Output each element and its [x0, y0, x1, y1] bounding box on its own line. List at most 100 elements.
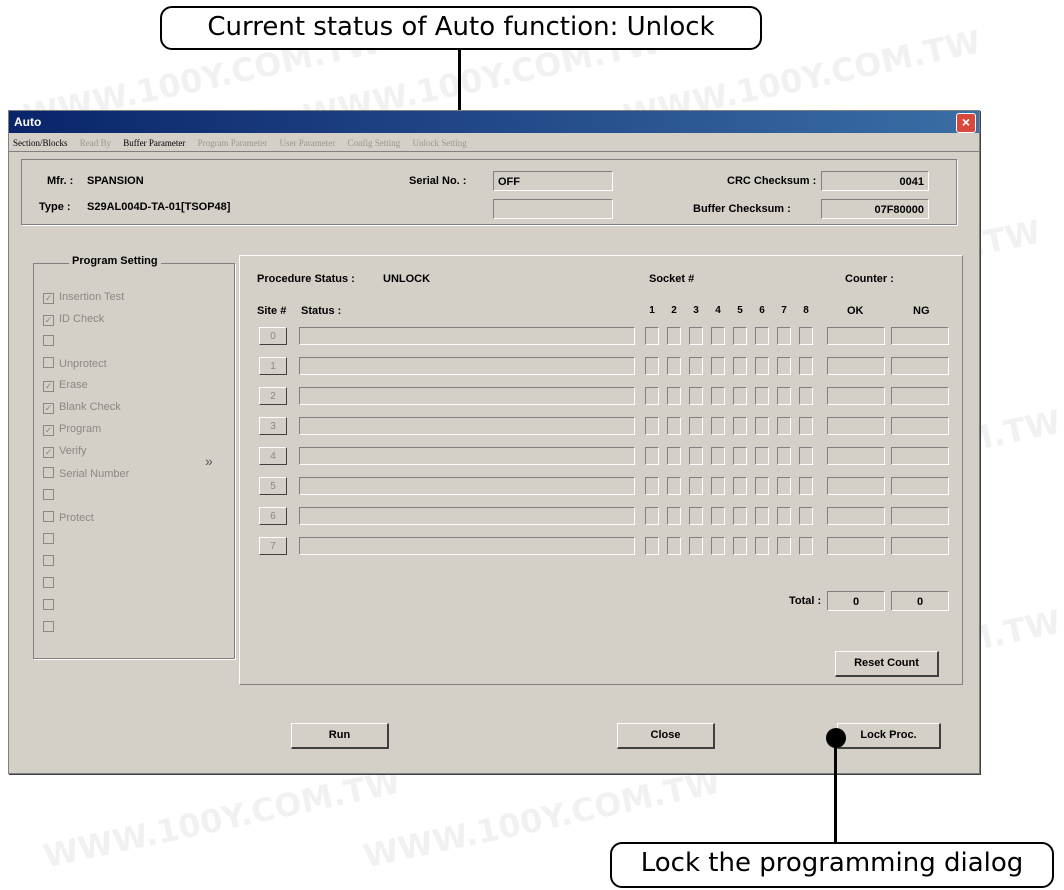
socket-indicator	[755, 477, 769, 495]
program-setting-item[interactable]: Protect	[43, 511, 94, 524]
ng-header: NG	[913, 305, 930, 317]
socket-indicator	[733, 417, 747, 435]
socket-indicator	[711, 327, 725, 345]
lock-proc-button[interactable]: Lock Proc.	[837, 723, 941, 749]
ng-counter	[891, 327, 949, 345]
checkbox[interactable]	[43, 357, 54, 368]
ok-counter	[827, 507, 885, 525]
crc-label: CRC Checksum :	[727, 175, 817, 187]
type-label: Type :	[39, 201, 71, 213]
socket-indicator	[755, 387, 769, 405]
program-setting-item[interactable]	[43, 577, 59, 590]
socket-indicator	[667, 327, 681, 345]
program-setting-item[interactable]	[43, 335, 59, 348]
program-setting-item[interactable]	[43, 599, 59, 612]
socket-indicator	[689, 327, 703, 345]
checkbox-label: ID Check	[59, 313, 105, 325]
checkbox[interactable]	[43, 599, 54, 610]
site-button[interactable]: 0	[259, 327, 287, 345]
socket-indicator	[777, 477, 791, 495]
serial-label: Serial No. :	[409, 175, 467, 187]
checkbox[interactable]: ✓	[43, 447, 54, 458]
program-setting-item[interactable]	[43, 621, 59, 634]
program-setting-item[interactable]	[43, 555, 59, 568]
procedure-status-value: UNLOCK	[383, 273, 431, 285]
socket-indicator	[733, 537, 747, 555]
checkbox[interactable]: ✓	[43, 315, 54, 326]
socket-indicator	[689, 417, 703, 435]
program-setting-item[interactable]: Unprotect	[43, 357, 107, 370]
program-setting-item[interactable]	[43, 533, 59, 546]
total-label: Total :	[789, 595, 822, 607]
mfr-label: Mfr. :	[47, 175, 74, 187]
socket-indicator	[645, 387, 659, 405]
title-bar[interactable]: Auto ×	[9, 111, 979, 133]
program-setting-item[interactable]: ✓ Insertion Test	[43, 291, 124, 304]
tab-section-blocks[interactable]: Section/Blocks	[13, 135, 68, 151]
checkbox[interactable]	[43, 467, 54, 478]
socket-indicator	[755, 507, 769, 525]
socket-indicator	[733, 387, 747, 405]
program-setting-title: Program Setting	[69, 255, 161, 267]
socket-indicator	[689, 507, 703, 525]
program-setting-item[interactable]: ✓ Erase	[43, 379, 88, 392]
checkbox[interactable]	[43, 555, 54, 566]
reset-count-button[interactable]: Reset Count	[835, 651, 939, 677]
socket-indicator	[689, 477, 703, 495]
program-setting-list: ✓ Insertion Test ✓ ID Check Unprotect ✓ Erase ✓…	[33, 291, 233, 651]
procedure-panel	[239, 255, 963, 685]
tab-user-parameter[interactable]: User Parameter	[280, 135, 336, 151]
checkbox[interactable]	[43, 335, 54, 346]
ok-counter	[827, 417, 885, 435]
expand-icon[interactable]: »	[205, 453, 213, 469]
run-button[interactable]: Run	[291, 723, 389, 749]
socket-indicator	[799, 387, 813, 405]
checkbox[interactable]: ✓	[43, 381, 54, 392]
program-setting-item[interactable]: ✓ Verify	[43, 445, 87, 458]
site-button[interactable]: 1	[259, 357, 287, 375]
program-setting-item[interactable]: Serial Number	[43, 467, 129, 480]
ok-header: OK	[847, 305, 864, 317]
ok-counter	[827, 327, 885, 345]
ok-counter	[827, 447, 885, 465]
site-button[interactable]: 4	[259, 447, 287, 465]
checkbox[interactable]	[43, 577, 54, 588]
socket-indicator	[755, 327, 769, 345]
site-status-field	[299, 477, 635, 495]
site-button[interactable]: 5	[259, 477, 287, 495]
program-setting-item[interactable]	[43, 489, 59, 502]
checkbox[interactable]: ✓	[43, 425, 54, 436]
checkbox[interactable]	[43, 533, 54, 544]
socket-indicator	[645, 417, 659, 435]
checkbox[interactable]: ✓	[43, 403, 54, 414]
socket-indicator	[799, 477, 813, 495]
socket-indicator	[777, 417, 791, 435]
tab-buffer-parameter[interactable]: Buffer Parameter	[123, 135, 185, 151]
site-button[interactable]: 3	[259, 417, 287, 435]
program-setting-item[interactable]: ✓ ID Check	[43, 313, 104, 326]
tab-read-by[interactable]: Read By	[80, 135, 111, 151]
socket-indicator	[733, 327, 747, 345]
checkbox-label: Erase	[59, 379, 88, 391]
program-setting-item[interactable]: ✓ Blank Check	[43, 401, 121, 414]
tab-program-parameter[interactable]: Program Parameter	[198, 135, 268, 151]
ng-counter	[891, 537, 949, 555]
checkbox[interactable]: ✓	[43, 293, 54, 304]
socket-indicator	[777, 357, 791, 375]
site-button[interactable]: 7	[259, 537, 287, 555]
site-button[interactable]: 6	[259, 507, 287, 525]
socket-number-4: 4	[715, 305, 721, 316]
socket-indicator	[799, 537, 813, 555]
site-button[interactable]: 2	[259, 387, 287, 405]
tab-unlock-setting[interactable]: Unlock Setting	[413, 135, 467, 151]
close-icon[interactable]: ×	[956, 113, 976, 133]
checkbox[interactable]	[43, 621, 54, 632]
checkbox[interactable]	[43, 489, 54, 500]
site-column-header: Site #	[257, 305, 287, 317]
program-setting-item[interactable]: ✓ Program	[43, 423, 101, 436]
socket-indicator	[777, 327, 791, 345]
checkbox[interactable]	[43, 511, 54, 522]
ng-counter	[891, 387, 949, 405]
close-button[interactable]: Close	[617, 723, 715, 749]
tab-config-setting[interactable]: Config Setting	[348, 135, 401, 151]
